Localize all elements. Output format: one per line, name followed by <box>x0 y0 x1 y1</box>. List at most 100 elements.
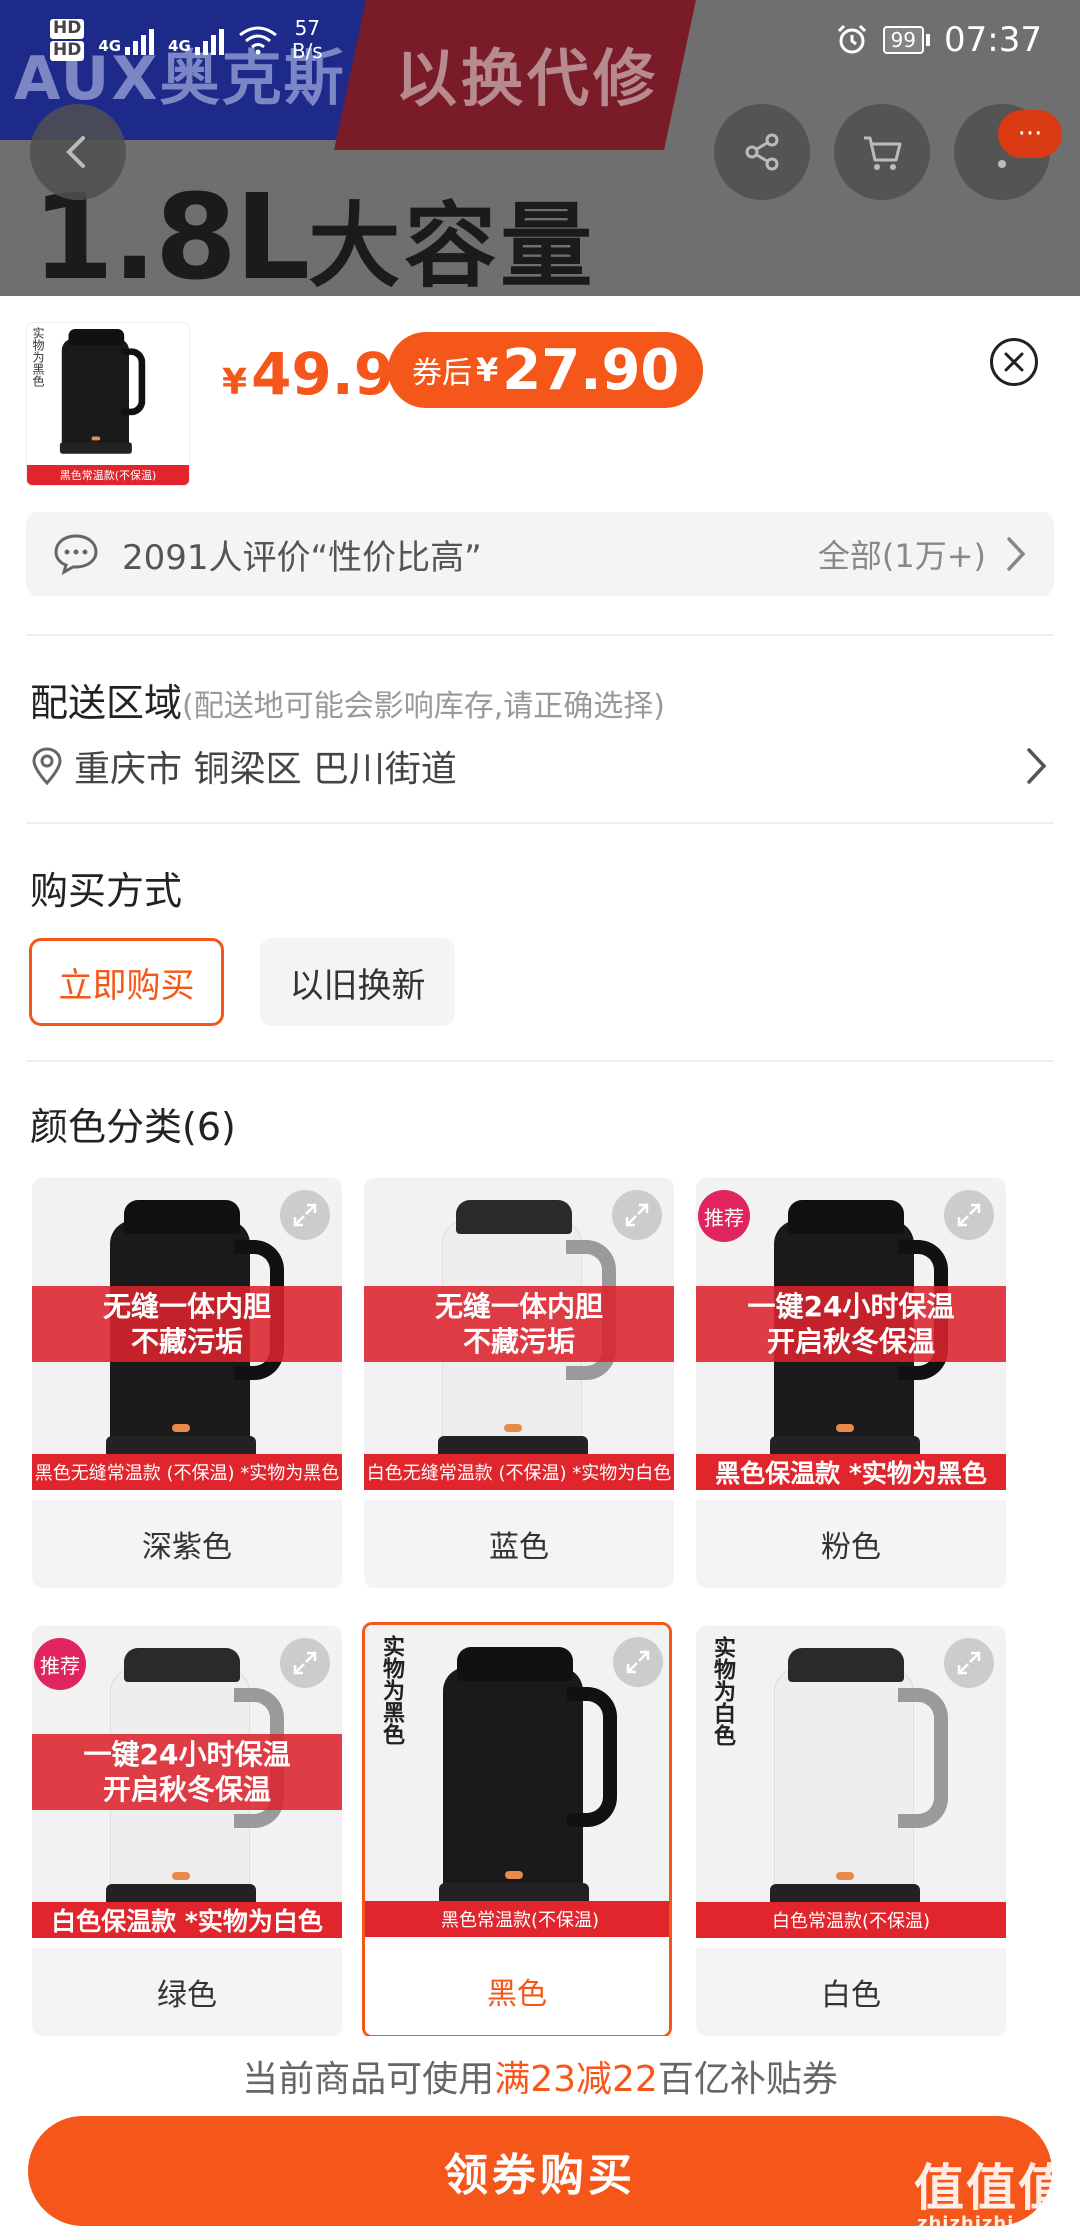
product-thumbnail[interactable]: 实物为黑色 黑色常温款(不保温) <box>26 322 190 486</box>
expand-image-button[interactable] <box>944 1190 994 1240</box>
coupon-note-prefix: 当前商品可使用 <box>242 2059 495 2100</box>
hd-badge-1: HD <box>50 19 85 39</box>
expand-icon <box>293 1651 317 1675</box>
status-bar: HD HD 4G 4G 57 B/s 99 07:37 <box>0 0 1080 80</box>
thumb-strip: 黑色常温款(不保温) <box>27 465 189 485</box>
variant-strip: 黑色常温款(不保温) <box>365 1901 669 1937</box>
color-option-card[interactable]: 一键24小时保温 开启秋冬保温 白色保温款 *实物为白色 推荐 绿色 <box>32 1626 342 2036</box>
expand-image-button[interactable] <box>612 1190 662 1240</box>
color-option-image: 实物为黑色 黑色常温款(不保温) <box>365 1625 669 1937</box>
expand-icon <box>293 1203 317 1227</box>
color-option-image: 无缝一体内胆 不藏污垢 黑色无缝常温款 (不保温) *实物为黑色 <box>32 1178 342 1490</box>
review-all-link[interactable]: 全部(1万+) <box>818 531 986 577</box>
promo-line-2: 开启秋冬保温 <box>102 1773 271 1806</box>
color-option-card[interactable]: 实物为白色 白色常温款(不保温) 白色 <box>696 1626 1006 2036</box>
clock: 07:37 <box>944 20 1042 60</box>
net-speed-value: 57 <box>294 16 321 40</box>
delivery-address-row[interactable]: 重庆市 铜梁区 巴川街道 <box>30 740 1050 792</box>
status-right: 99 07:37 <box>835 20 1042 60</box>
actual-color-tag: 实物为白色 <box>710 1636 735 1746</box>
capacity-label: 大容量 <box>308 193 597 300</box>
more-badge[interactable]: ··· <box>998 110 1062 158</box>
purchase-method-title: 购买方式 <box>30 869 183 913</box>
delivery-hint: (配送地可能会影响库存,请正确选择) <box>182 689 665 724</box>
coupon-note-suffix: 百亿补贴券 <box>657 2059 838 2100</box>
promo-line-2: 不藏污垢 <box>130 1325 243 1358</box>
expand-image-button[interactable] <box>280 1190 330 1240</box>
share-icon <box>745 133 779 171</box>
site-watermark: 值值值 zhizhizhi.com <box>914 2163 1070 2234</box>
variant-strip: 黑色保温款 *实物为黑色 <box>696 1454 1006 1490</box>
promo-line-1: 一键24小时保温 <box>83 1738 291 1771</box>
option-trade-in[interactable]: 以旧换新 <box>260 938 455 1026</box>
signal-bars-icon <box>125 25 155 55</box>
alarm-icon <box>837 24 866 54</box>
delivery-title-text: 配送区域 <box>30 681 183 725</box>
color-option-label: 白色 <box>696 1948 1006 2036</box>
promo-line-1: 一键24小时保温 <box>747 1290 955 1323</box>
color-option-label: 黑色 <box>365 1947 669 2035</box>
price-currency: ¥ <box>222 362 248 403</box>
claim-coupon-buy-button[interactable]: 领券购买 <box>28 2116 1052 2226</box>
actual-color-tag: 实物为黑色 <box>379 1635 404 1745</box>
sku-selector-sheet: 实物为黑色 黑色常温款(不保温) ¥ 49.9 券后 ¥ 27.90 2091人… <box>0 296 1080 2240</box>
chevron-right-icon <box>1027 748 1047 784</box>
chevron-right-icon <box>1007 537 1026 571</box>
back-arrow-icon <box>66 136 85 168</box>
net-speed: 57 B/s <box>292 17 323 63</box>
hd-badges: HD HD <box>50 18 85 61</box>
variant-strip: 黑色无缝常温款 (不保温) *实物为黑色 <box>32 1454 342 1490</box>
expand-image-button[interactable] <box>280 1638 330 1688</box>
promo-banner: 一键24小时保温 开启秋冬保温 <box>32 1734 342 1810</box>
color-option-image: 一键24小时保温 开启秋冬保温 黑色保温款 *实物为黑色 推荐 <box>696 1178 1006 1490</box>
original-price: ¥ 49.9 <box>222 340 394 408</box>
close-button[interactable] <box>990 338 1038 386</box>
signal-2: 4G <box>168 25 224 55</box>
divider <box>26 822 1054 824</box>
battery-indicator: 99 <box>882 26 931 54</box>
back-button[interactable] <box>30 104 126 200</box>
expand-image-button[interactable] <box>944 1638 994 1688</box>
cart-icon <box>864 136 902 170</box>
color-option-label: 绿色 <box>32 1948 342 2036</box>
status-left: HD HD 4G 4G 57 B/s <box>50 17 323 63</box>
promo-line-1: 无缝一体内胆 <box>102 1290 271 1323</box>
kettle-image <box>433 1647 617 1907</box>
wifi-icon <box>238 26 277 55</box>
price-value: 49.9 <box>251 340 395 408</box>
variant-strip: 白色常温款(不保温) <box>696 1902 1006 1938</box>
signal-1: 4G <box>98 25 155 55</box>
signal-bars-icon <box>194 25 224 55</box>
delivery-title: 配送区域(配送地可能会影响库存,请正确选择) <box>30 672 665 727</box>
option-buy-now[interactable]: 立即购买 <box>29 938 224 1026</box>
thumb-vertical-label: 实物为黑色 <box>31 327 45 387</box>
watermark-url: zhizhizhi.com <box>916 2213 1067 2234</box>
share-button[interactable] <box>714 104 810 200</box>
location-pin-icon <box>32 747 62 786</box>
color-option-card-selected[interactable]: 实物为黑色 黑色常温款(不保温) 黑色 <box>362 1622 672 2038</box>
color-option-image: 实物为白色 白色常温款(不保温) <box>696 1626 1006 1938</box>
promo-line-2: 不藏污垢 <box>462 1325 575 1358</box>
network-type-1: 4G <box>98 37 122 55</box>
coupon-currency: ¥ <box>476 351 499 389</box>
color-option-card[interactable]: 无缝一体内胆 不藏污垢 黑色无缝常温款 (不保温) *实物为黑色 深紫色 <box>32 1178 342 1588</box>
color-option-card[interactable]: 无缝一体内胆 不藏污垢 白色无缝常温款 (不保温) *实物为白色 蓝色 <box>364 1178 674 1588</box>
promo-banner: 无缝一体内胆 不藏污垢 <box>32 1286 342 1362</box>
hd-badge-2: HD <box>50 40 85 61</box>
promo-banner: 一键24小时保温 开启秋冬保温 <box>696 1286 1006 1362</box>
network-type-2: 4G <box>168 37 191 55</box>
expand-image-button[interactable] <box>613 1637 663 1687</box>
color-option-card[interactable]: 一键24小时保温 开启秋冬保温 黑色保温款 *实物为黑色 推荐 粉色 <box>696 1178 1006 1588</box>
review-summary-row[interactable]: 2091人评价“性价比高” 全部(1万+) <box>26 512 1054 596</box>
kettle-image <box>57 329 146 454</box>
recommended-tag: 推荐 <box>34 1638 86 1690</box>
delivery-address: 重庆市 铜梁区 巴川街道 <box>74 749 457 790</box>
cart-button[interactable] <box>834 104 930 200</box>
chat-bubble-icon <box>54 534 98 576</box>
coupon-availability-note: 当前商品可使用 满23减22 百亿补贴券 <box>0 2036 1080 2116</box>
close-icon <box>1004 352 1024 372</box>
variant-strip: 白色无缝常温款 (不保温) *实物为白色 <box>364 1454 674 1490</box>
promo-line-2: 开启秋冬保温 <box>766 1325 935 1358</box>
capacity-headline: 1.8L大容量 <box>32 178 596 296</box>
net-speed-unit: B/s <box>291 39 323 63</box>
